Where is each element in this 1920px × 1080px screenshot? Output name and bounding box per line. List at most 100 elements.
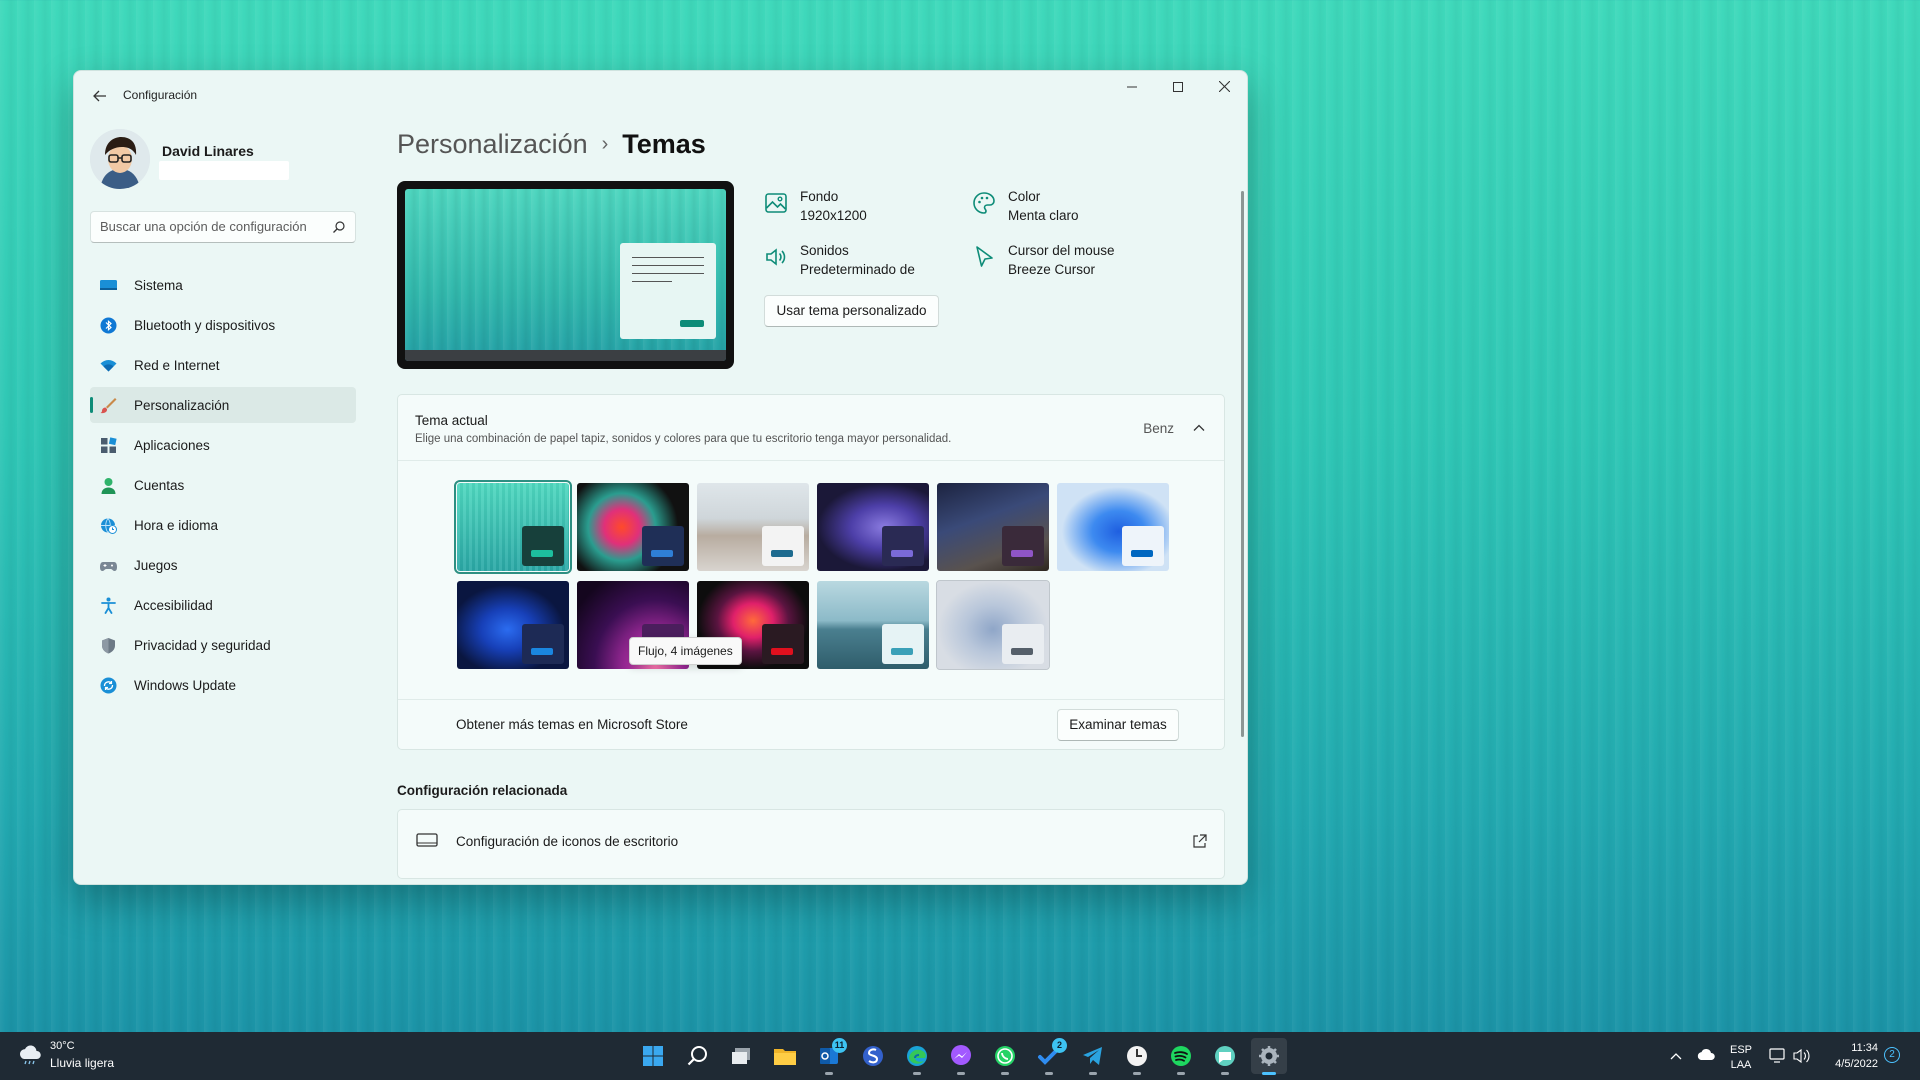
wifi-icon xyxy=(100,360,117,372)
sidebar-item-hora-idioma[interactable]: Hora e idioma xyxy=(90,507,356,543)
monitor-icon xyxy=(416,833,438,847)
background-value: 1920x1200 xyxy=(800,208,867,223)
sounds-property[interactable]: Sonidos Predeterminado de xyxy=(764,243,964,283)
gear-icon xyxy=(1259,1046,1279,1066)
sidebar-item-accesibilidad[interactable]: Accesibilidad xyxy=(90,587,356,623)
theme-tile-lake[interactable] xyxy=(817,581,929,669)
sidebar-item-sistema[interactable]: Sistema xyxy=(90,267,356,303)
sidebar-item-label: Aplicaciones xyxy=(134,438,210,453)
cloud-icon xyxy=(1697,1049,1715,1060)
color-property[interactable]: Color Menta claro xyxy=(972,189,1172,229)
taskbar-app-chat[interactable] xyxy=(1207,1038,1243,1075)
taskbar-app-file-explorer[interactable] xyxy=(767,1038,803,1074)
breadcrumb-parent[interactable]: Personalización xyxy=(397,129,588,159)
chevron-up-icon[interactable] xyxy=(1192,421,1206,435)
bluetooth-icon xyxy=(100,317,117,334)
notification-badge: 2 xyxy=(1052,1038,1067,1053)
taskbar-search-button[interactable] xyxy=(679,1038,715,1074)
spotify-icon xyxy=(1171,1046,1191,1066)
clock-tray[interactable]: 11:34 4/5/2022 xyxy=(1822,1032,1878,1080)
cursor-property[interactable]: Cursor del mouse Breeze Cursor xyxy=(972,243,1172,283)
background-title: Fondo xyxy=(800,189,839,204)
current-theme-header[interactable]: Tema actual Elige una combinación de pap… xyxy=(398,395,1224,461)
onedrive-tray[interactable] xyxy=(1696,1032,1716,1080)
weather-temp: 30°C xyxy=(50,1040,75,1052)
system-icon xyxy=(100,280,117,290)
search-input[interactable] xyxy=(100,219,320,234)
sidebar-item-privacidad[interactable]: Privacidad y seguridad xyxy=(90,627,356,663)
sidebar-item-label: Bluetooth y dispositivos xyxy=(134,318,276,333)
theme-tile-purple-bloom[interactable] xyxy=(817,483,929,571)
tray-date: 4/5/2022 xyxy=(1835,1058,1878,1070)
theme-tile-mint[interactable] xyxy=(454,480,572,574)
network-tray[interactable] xyxy=(1768,1032,1788,1080)
volume-tray[interactable] xyxy=(1792,1032,1812,1080)
sounds-value: Predeterminado de xyxy=(800,262,915,277)
notification-center-badge[interactable]: 2 xyxy=(1884,1047,1900,1063)
settings-search[interactable] xyxy=(90,211,356,243)
close-button[interactable] xyxy=(1201,71,1247,105)
search-icon xyxy=(333,221,345,233)
theme-tile-flow[interactable] xyxy=(936,580,1050,670)
taskbar-app-clock[interactable] xyxy=(1119,1038,1155,1075)
taskbar-app-settings[interactable] xyxy=(1251,1038,1287,1075)
taskbar-app-simplenote[interactable] xyxy=(855,1038,891,1074)
brush-icon xyxy=(100,398,117,414)
tray-overflow-button[interactable] xyxy=(1670,1032,1682,1080)
maximize-button[interactable] xyxy=(1155,71,1201,105)
sidebar-item-red[interactable]: Red e Internet xyxy=(90,347,356,383)
theme-tile-blue-bloom-light[interactable] xyxy=(1057,483,1169,571)
use-custom-theme-button[interactable]: Usar tema personalizado xyxy=(764,295,939,327)
taskbar-app-messenger[interactable] xyxy=(943,1038,979,1075)
sidebar-item-label: Sistema xyxy=(134,278,183,293)
taskbar-app-edge[interactable] xyxy=(899,1038,935,1075)
taskbar-app-telegram[interactable] xyxy=(1075,1038,1111,1075)
theme-tile-color-burst[interactable] xyxy=(577,483,689,571)
theme-tooltip: Flujo, 4 imágenes xyxy=(629,637,742,665)
whatsapp-icon xyxy=(995,1046,1015,1066)
sidebar-item-windows-update[interactable]: Windows Update xyxy=(90,667,356,703)
taskbar-app-whatsapp[interactable] xyxy=(987,1038,1023,1075)
current-theme-card: Tema actual Elige una combinación de pap… xyxy=(397,394,1225,750)
browse-themes-button[interactable]: Examinar temas xyxy=(1057,709,1179,741)
store-text: Obtener más temas en Microsoft Store xyxy=(456,717,688,732)
sidebar-item-personalizacion[interactable]: Personalización xyxy=(90,387,356,423)
windows-logo-icon xyxy=(643,1046,663,1066)
sidebar-item-label: Hora e idioma xyxy=(134,518,219,533)
desktop-icons-settings-row[interactable]: Configuración de iconos de escritorio xyxy=(397,809,1225,879)
taskbar-app-todo[interactable]: 2 xyxy=(1031,1038,1067,1075)
gamepad-icon xyxy=(100,562,117,571)
theme-tile-blue-bloom-dark[interactable] xyxy=(457,581,569,669)
user-profile[interactable]: David Linares xyxy=(90,129,350,193)
user-email-redacted xyxy=(159,161,289,180)
language-indicator[interactable]: ESP LAA xyxy=(1726,1032,1756,1080)
search-icon xyxy=(687,1046,707,1066)
chevron-up-icon xyxy=(1670,1053,1682,1060)
sidebar-nav: Sistema Bluetooth y dispositivos Red e I… xyxy=(90,267,356,707)
sidebar-item-bluetooth[interactable]: Bluetooth y dispositivos xyxy=(90,307,356,343)
theme-tile-night-sky[interactable] xyxy=(937,483,1049,571)
page-title: Temas xyxy=(622,129,706,159)
tray-time: 11:34 xyxy=(1851,1042,1878,1054)
minimize-button[interactable] xyxy=(1109,71,1155,105)
start-button[interactable] xyxy=(635,1038,671,1074)
sidebar-item-label: Privacidad y seguridad xyxy=(134,638,271,653)
desktop-icons-label: Configuración de iconos de escritorio xyxy=(456,834,679,849)
sidebar-item-aplicaciones[interactable]: Aplicaciones xyxy=(90,427,356,463)
clock-icon xyxy=(1127,1046,1147,1066)
background-property[interactable]: Fondo 1920x1200 xyxy=(764,189,964,229)
weather-widget[interactable]: 30°C Lluvia ligera xyxy=(18,1039,138,1073)
taskbar-app-outlook[interactable]: 11 xyxy=(811,1038,847,1075)
scrollbar[interactable] xyxy=(1241,191,1244,737)
theme-tile-desert[interactable] xyxy=(697,483,809,571)
notification-badge: 11 xyxy=(832,1038,847,1053)
avatar xyxy=(90,129,150,189)
task-view-button[interactable] xyxy=(723,1038,759,1074)
preview-window xyxy=(620,243,716,339)
sidebar-item-juegos[interactable]: Juegos xyxy=(90,547,356,583)
back-button[interactable] xyxy=(86,83,114,109)
palette-icon xyxy=(973,192,995,214)
sidebar-item-cuentas[interactable]: Cuentas xyxy=(90,467,356,503)
current-theme-description: Elige una combinación de papel tapiz, so… xyxy=(415,433,952,445)
taskbar-app-spotify[interactable] xyxy=(1163,1038,1199,1075)
